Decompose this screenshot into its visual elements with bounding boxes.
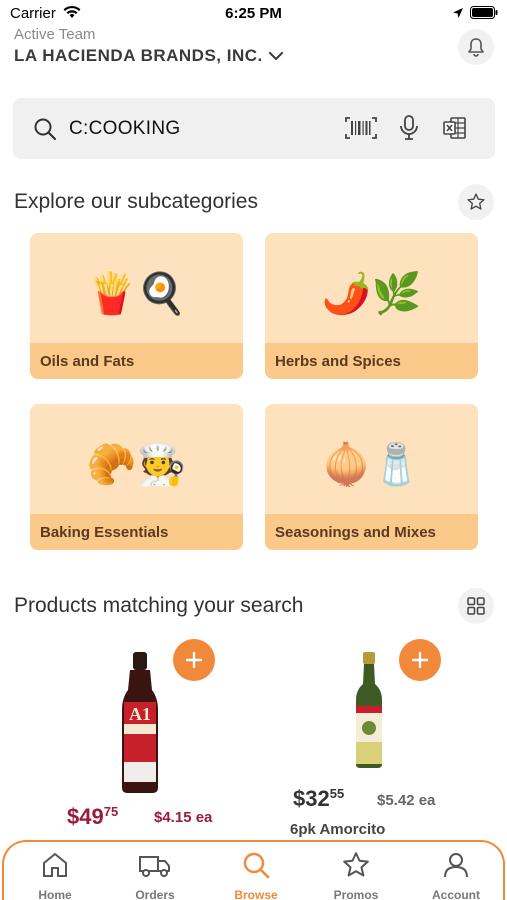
spreadsheet-icon[interactable]: [443, 116, 467, 140]
bell-icon: [468, 38, 484, 57]
price-cents: 75: [103, 804, 119, 819]
team-selector[interactable]: LA HACIENDA BRANDS, INC.: [14, 46, 283, 66]
subcategories-title: Explore our subcategories: [14, 190, 258, 213]
subcategory-emoji-icons: 🧅🧂: [321, 443, 422, 487]
search-bar[interactable]: C:COOKING: [13, 98, 495, 159]
home-icon: [43, 853, 67, 877]
subcategory-card-seasonings-and-mixes[interactable]: 🧅🧂 Seasonings and Mixes: [265, 404, 478, 550]
microphone-icon[interactable]: [399, 115, 419, 141]
svg-text:A1: A1: [129, 704, 151, 724]
subcategory-emoji-icons: 🥐🧑‍🍳: [86, 443, 187, 487]
subcategory-label: Oils and Fats: [30, 343, 243, 379]
search-icon: [243, 852, 270, 879]
tab-browse[interactable]: Browse: [216, 850, 296, 900]
notifications-button[interactable]: [458, 29, 494, 65]
price-per-each: $5.42 ea: [377, 792, 436, 809]
price-dollars: $49: [67, 804, 104, 829]
tab-label: Browse: [234, 888, 278, 900]
add-to-cart-button[interactable]: [173, 639, 215, 681]
product-image-a1-sauce-bottle: A1: [122, 652, 158, 793]
tab-label: Home: [38, 888, 72, 900]
person-icon: [444, 853, 468, 878]
product-card[interactable]: $3255 $5.42 ea 6pk Amorcito: [272, 634, 502, 844]
tab-promos[interactable]: Promos: [316, 850, 396, 900]
product-image-olive-oil-bottle: [356, 652, 382, 768]
price-cents: 55: [329, 786, 345, 801]
search-input[interactable]: C:COOKING: [69, 118, 180, 140]
plus-icon: [411, 651, 429, 669]
barcode-scan-icon[interactable]: [345, 116, 377, 140]
subcategory-card-baking-essentials[interactable]: 🥐🧑‍🍳 Baking Essentials: [30, 404, 243, 550]
subcategory-emoji-icons: 🌶️🌿: [321, 272, 422, 316]
location-arrow-icon: [453, 8, 463, 18]
subcategory-label: Baking Essentials: [30, 514, 243, 550]
subcategory-card-oils-and-fats[interactable]: 🍟🍳 Oils and Fats: [30, 233, 243, 379]
tab-home[interactable]: Home: [15, 850, 95, 900]
subcategory-card-herbs-and-spices[interactable]: 🌶️🌿 Herbs and Spices: [265, 233, 478, 379]
product-card[interactable]: A1 $4975 $4.15 ea: [20, 634, 250, 844]
tab-label: Orders: [135, 888, 175, 900]
status-bar: Carrier 6:25 PM: [0, 0, 507, 26]
chevron-down-icon: [268, 51, 283, 60]
bottom-tab-bar: Home Orders Browse Promos Account: [2, 840, 505, 900]
battery-icon: [470, 6, 498, 19]
tab-account[interactable]: Account: [416, 850, 496, 900]
active-team-label: Active Team: [14, 26, 96, 43]
product-price: $4975: [67, 804, 118, 830]
subcategory-label: Seasonings and Mixes: [265, 514, 478, 550]
plus-icon: [185, 651, 203, 669]
tab-label: Account: [432, 888, 480, 900]
add-to-cart-button[interactable]: [399, 639, 441, 681]
star-outline-icon: [467, 193, 485, 210]
product-name: 6pk Amorcito: [290, 821, 386, 838]
product-price: $3255: [293, 786, 344, 812]
status-time: 6:25 PM: [225, 5, 282, 22]
subcategory-emoji-icons: 🍟🍳: [86, 272, 187, 316]
favorite-button[interactable]: [458, 184, 494, 220]
tab-label: Promos: [333, 888, 379, 900]
price-per-each: $4.15 ea: [154, 809, 213, 826]
subcategory-label: Herbs and Spices: [265, 343, 478, 379]
search-icon: [34, 118, 57, 141]
star-icon: [343, 852, 369, 877]
grid-icon: [467, 597, 485, 615]
tab-orders[interactable]: Orders: [115, 850, 195, 900]
products-title: Products matching your search: [14, 594, 304, 617]
grid-view-button[interactable]: [458, 588, 494, 624]
price-dollars: $32: [293, 786, 330, 811]
company-name: LA HACIENDA BRANDS, INC.: [14, 46, 263, 65]
truck-icon: [139, 856, 170, 877]
